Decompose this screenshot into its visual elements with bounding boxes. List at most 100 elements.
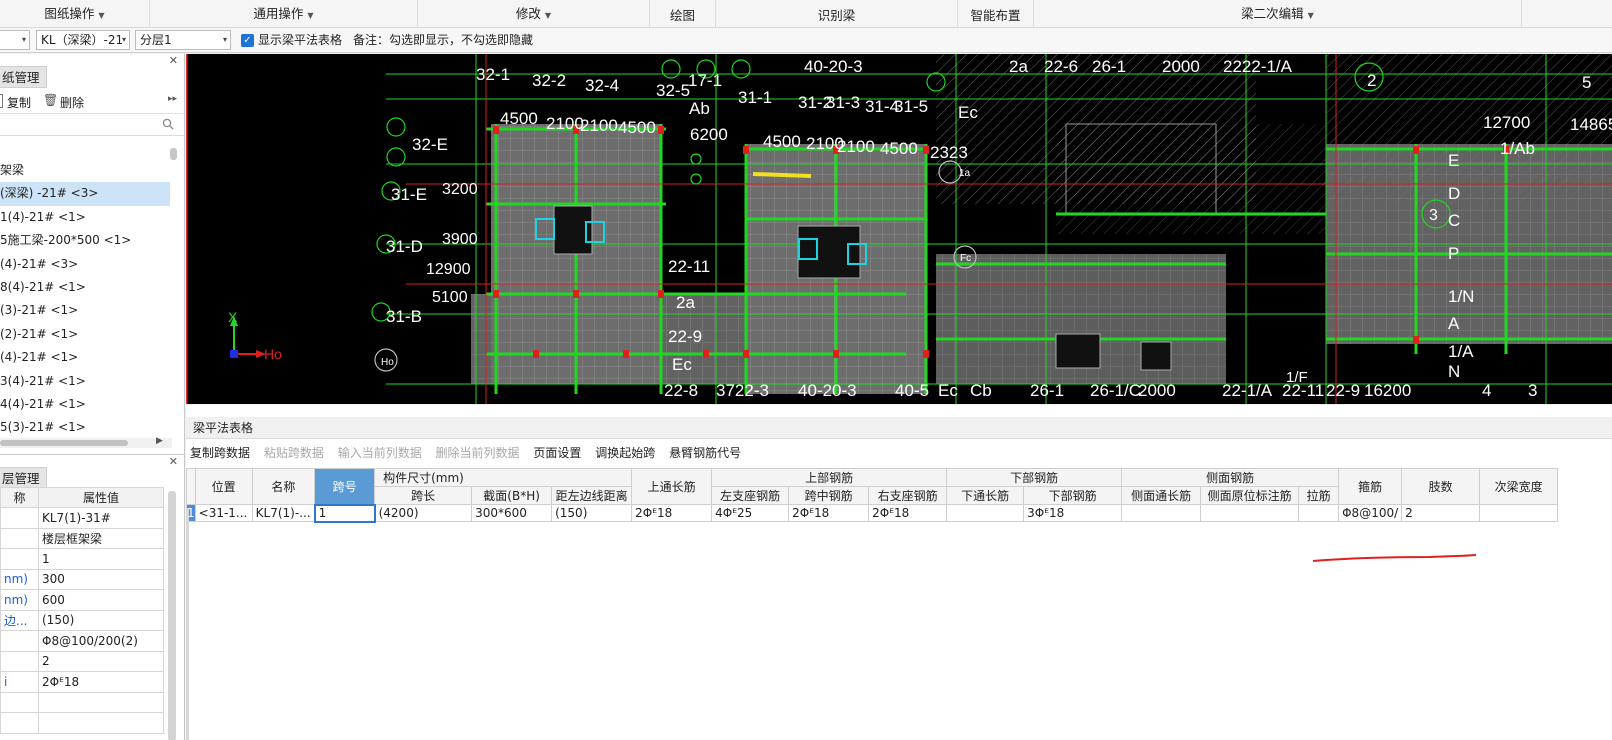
copy-span-data-button[interactable]: 复制跨数据 [190,441,250,465]
cell-name[interactable]: KL7(1)-... [251,504,316,522]
cad-label: 4500 [500,109,538,128]
prop-value[interactable]: 2 [38,650,164,672]
cell-right-support[interactable]: 2Φᴱ18 [868,504,948,522]
menu-modify[interactable]: 修改 ▼ [418,0,650,28]
table-row[interactable]: 1 <31-1... KL7(1)-... 1 (4200) 300*600 (… [186,503,1559,523]
tree-item[interactable]: (4)-21# <3> [0,253,170,276]
tree-item[interactable]: 8(4)-21# <1> [0,276,170,299]
prop-value[interactable]: (150) [38,609,164,631]
cell-legs[interactable]: 2 [1401,504,1481,522]
menu-smart-layout[interactable]: 智能布置 [958,0,1034,28]
col-sec-width[interactable]: 次梁宽度 [1479,468,1559,505]
cell-bottom-bar[interactable]: 3Φᴱ18 [1023,504,1123,522]
search-input[interactable] [0,114,184,136]
cell-edge-dist[interactable]: (150) [551,504,633,522]
cell-top-through[interactable]: 2Φᴱ18 [631,504,713,522]
scrollbar-thumb[interactable] [170,148,177,160]
menu-draw[interactable]: 绘图 [650,0,716,28]
col-right-support[interactable]: 右支座钢筋 [868,486,948,505]
cell-position[interactable]: <31-1... [194,504,253,522]
input-column-data-button[interactable]: 输入当前列数据 [338,441,422,465]
horizontal-scrollbar[interactable]: ▶ [0,436,172,448]
prop-value[interactable]: 楼层框架梁 [38,527,164,549]
col-section[interactable]: 截面(B*H) [471,486,553,505]
close-icon[interactable]: ✕ [169,455,178,468]
chevron-right-icon[interactable]: ▶ [156,436,163,446]
tree-item[interactable]: 1(4)-21# <1> [0,206,170,229]
delete-button[interactable]: 删除 [60,94,84,111]
drawing-manager-panel: ✕ 纸管理 复制 🗑 删除 ▸▸ 架梁 (深梁) -21# <3> 1(4)-2… [0,54,185,454]
menu-general-ops[interactable]: 通用操作 ▼ [150,0,418,28]
tree-item[interactable]: 5(3)-21# <1> [0,416,170,439]
col-position[interactable]: 位置 [194,468,253,505]
page-setup-button[interactable]: 页面设置 [533,441,581,465]
cell-tie[interactable] [1298,504,1340,522]
combo-floor[interactable]: 分层1 ▾ [135,30,231,50]
tree-item[interactable]: (2)-21# <1> [0,323,170,346]
scrollbar-thumb[interactable] [0,440,128,446]
tree-item[interactable]: 3(4)-21# <1> [0,370,170,393]
col-span[interactable]: 跨号 [314,468,376,505]
col-bottom-bar[interactable]: 下部钢筋 [1023,486,1123,505]
swap-start-span-button[interactable]: 调换起始跨 [595,441,655,465]
cell-bottom-through[interactable] [946,504,1025,522]
property-manager-tab[interactable]: 层管理 [0,467,47,489]
prop-value[interactable] [38,712,164,734]
col-mid-span[interactable]: 跨中钢筋 [788,486,870,505]
close-icon[interactable]: ✕ [169,54,178,67]
menu-beam-secondary-edit[interactable]: 梁二次编辑 ▼ [1034,0,1522,28]
prop-value[interactable]: 300 [38,568,164,590]
cantilever-code-button[interactable]: 悬臂钢筋代号 [669,441,741,465]
drawing-actions: 复制 🗑 删除 ▸▸ [0,90,184,114]
tree-item[interactable]: 4(4)-21# <1> [0,393,170,416]
tree-item[interactable]: 架梁 [0,159,170,182]
prop-value[interactable] [38,691,164,713]
cell-section[interactable]: 300*600 [471,504,553,522]
menu-drawing-ops[interactable]: 图纸操作 ▼ [0,0,150,28]
show-table-label[interactable]: 显示梁平法表格 [258,28,342,53]
cell-sec-width[interactable] [1479,504,1559,522]
tree-item[interactable]: (3)-21# <1> [0,299,170,322]
col-bottom-through[interactable]: 下通长筋 [946,486,1025,505]
show-table-checkbox[interactable]: ✓ [241,34,254,47]
copy-icon [0,94,3,108]
col-tie[interactable]: 拉筋 [1298,486,1340,505]
paste-span-data-button[interactable]: 粘贴跨数据 [264,441,324,465]
prop-value[interactable]: Φ8@100/200(2) [38,630,164,652]
col-left-support[interactable]: 左支座钢筋 [711,486,790,505]
combo-element-type[interactable]: ▾ [0,30,30,50]
col-stirrup[interactable]: 箍筋 [1338,468,1403,505]
group-side: 侧面钢筋 [1121,468,1340,487]
prop-value[interactable]: 1 [38,548,164,570]
col-span-len[interactable]: 跨长 [374,486,473,505]
col-edge-dist[interactable]: 距左边线距离 [551,486,633,505]
prop-value[interactable]: KL7(1)-31# [38,507,164,529]
cell-stirrup[interactable]: Φ8@100/ [1338,504,1403,522]
vertical-scrollbar[interactable] [168,491,176,740]
annotation-stroke [1312,554,1477,562]
col-name[interactable]: 名称 [251,468,316,505]
cell-side-through[interactable] [1121,504,1202,522]
more-icon[interactable]: ▸▸ [168,94,177,104]
prop-value[interactable]: 600 [38,589,164,611]
cell-mid-span[interactable]: 2Φᴱ18 [788,504,870,522]
tree-item-selected[interactable]: (深梁) -21# <3> [0,182,170,206]
prop-value[interactable]: 2Φᴱ18 [38,671,164,693]
cad-label: 12900 [426,261,471,278]
col-side-orig[interactable]: 侧面原位标注筋 [1200,486,1300,505]
delete-column-data-button[interactable]: 删除当前列数据 [436,441,520,465]
tree-item[interactable]: 5施工梁-200*500 <1> [0,229,170,252]
cell-span[interactable]: 1 [313,503,376,523]
col-side-through[interactable]: 侧面通长筋 [1121,486,1202,505]
cell-span-len[interactable]: (4200) [374,504,473,522]
menu-identify-beam[interactable]: 识别梁 [716,0,958,28]
cell-left-support[interactable]: 4Φᴱ25 [711,504,790,522]
cad-viewport[interactable]: X Ho 32-1 32-2 32-4 32-5 17-1 31-1 31-2 31-3 31-… [186,54,1612,404]
col-top-through[interactable]: 上通长筋 [631,468,713,505]
col-legs[interactable]: 肢数 [1401,468,1481,505]
drawing-manager-tab[interactable]: 纸管理 [0,66,47,88]
cell-side-orig[interactable] [1200,504,1300,522]
tree-item[interactable]: (4)-21# <1> [0,346,170,369]
combo-beam-type[interactable]: KL（深梁）-21 ▾ [36,30,130,50]
copy-button[interactable]: 复制 [7,94,31,111]
